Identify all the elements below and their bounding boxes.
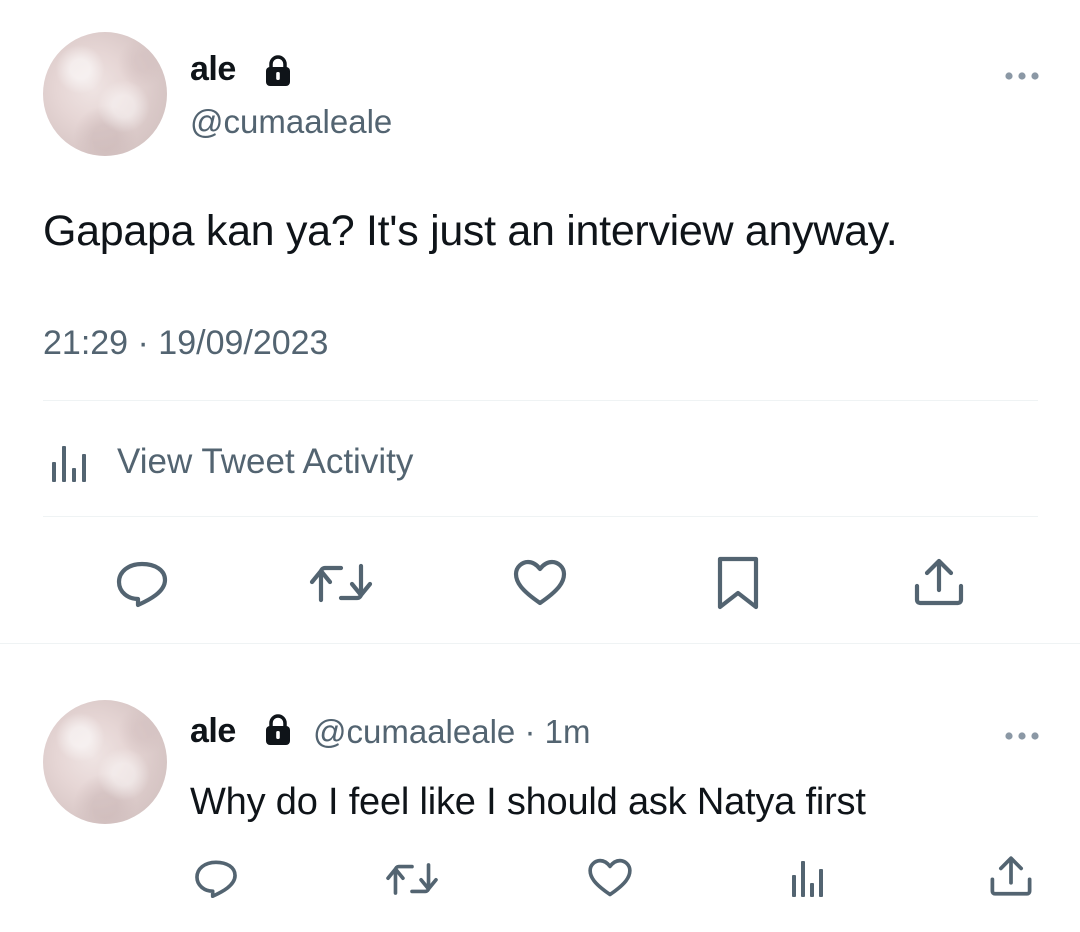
tweet-text: Gapapa kan ya? It's just an interview an…: [43, 207, 898, 255]
display-name[interactable]: ale: [190, 712, 236, 751]
retweet-icon[interactable]: [309, 560, 373, 606]
bookmark-icon[interactable]: [714, 555, 762, 611]
reply-icon[interactable]: [113, 558, 171, 608]
retweet-icon[interactable]: [385, 860, 439, 898]
lock-icon: [262, 54, 294, 93]
tweet-timestamp[interactable]: 21:29 · 19/09/2023: [43, 324, 328, 363]
lock-icon: [262, 713, 294, 752]
views-icon[interactable]: [788, 857, 828, 899]
divider: [0, 643, 1080, 644]
like-icon[interactable]: [511, 558, 569, 608]
share-icon[interactable]: [988, 854, 1034, 898]
user-handle[interactable]: @cumaaleale: [190, 103, 392, 141]
more-horizontal-icon[interactable]: [1004, 56, 1040, 88]
user-handle[interactable]: @cumaaleale · 1m: [313, 713, 590, 751]
analytics-icon: [52, 446, 86, 482]
share-icon[interactable]: [912, 556, 966, 608]
more-horizontal-icon[interactable]: [1004, 716, 1040, 748]
reply-icon[interactable]: [192, 857, 240, 899]
view-tweet-activity-label: View Tweet Activity: [117, 442, 414, 481]
divider: [43, 400, 1038, 401]
divider: [43, 516, 1038, 517]
reply-text: Why do I feel like I should ask Natya fi…: [190, 781, 866, 823]
avatar[interactable]: [43, 32, 167, 156]
like-icon[interactable]: [586, 857, 634, 899]
avatar[interactable]: [43, 700, 167, 824]
view-tweet-activity-button[interactable]: View Tweet Activity: [43, 437, 413, 487]
display-name[interactable]: ale: [190, 50, 236, 89]
